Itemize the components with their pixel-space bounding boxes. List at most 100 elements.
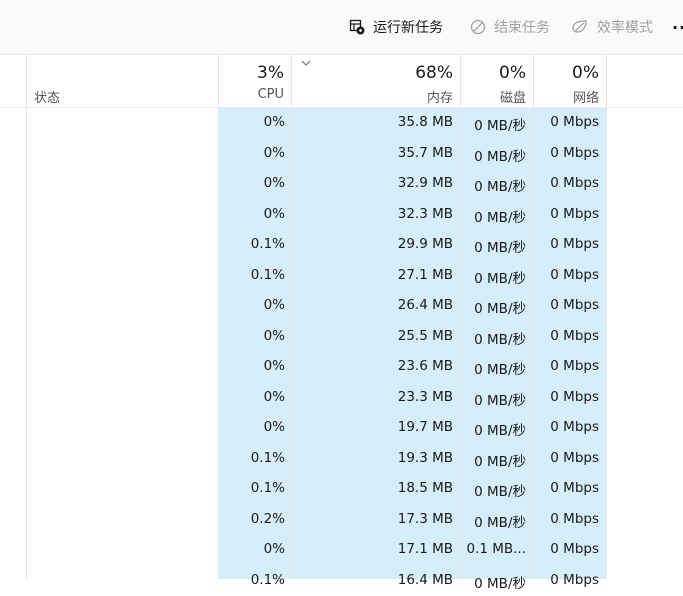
network-header-label: 网络: [573, 87, 599, 106]
cpu-header-label: CPU: [258, 87, 284, 102]
cpu-cell: 0.1%: [251, 236, 285, 252]
efficiency-mode-label: 效率模式: [597, 17, 653, 37]
disk-cell: 0 MB/秒: [474, 236, 526, 256]
disk-total-percent: 0%: [499, 63, 526, 83]
disk-cell: 0 MB/秒: [474, 419, 526, 439]
disk-cell: 0 MB/秒: [474, 480, 526, 500]
network-cell: 0 Mbps: [550, 328, 599, 344]
disk-cell: 0 MB/秒: [474, 114, 526, 134]
cpu-cell: 0%: [264, 419, 285, 435]
network-cell: 0 Mbps: [550, 480, 599, 496]
memory-cell: 25.5 MB: [398, 328, 453, 344]
disk-cell: 0.1 MB...: [466, 541, 526, 557]
disk-cell: 0 MB/秒: [474, 145, 526, 165]
table-row[interactable]: 0%32.3 MB0 MB/秒0 Mbps: [0, 200, 683, 231]
cpu-cell: 0.1%: [251, 267, 285, 283]
cpu-cell: 0%: [264, 297, 285, 313]
network-cell: 0 Mbps: [550, 389, 599, 405]
column-header-memory[interactable]: 68% 内存: [292, 55, 461, 107]
table-row[interactable]: 0%26.4 MB0 MB/秒0 Mbps: [0, 291, 683, 322]
table-row[interactable]: 0.1%19.3 MB0 MB/秒0 Mbps: [0, 444, 683, 475]
network-cell: 0 Mbps: [550, 419, 599, 435]
memory-cell: 17.3 MB: [398, 511, 453, 527]
table-row[interactable]: 0.1% 16.4 MB 0 MB/秒 0 Mbps: [0, 566, 683, 596]
table-row[interactable]: 0.1%27.1 MB0 MB/秒0 Mbps: [0, 261, 683, 292]
cpu-cell: 0.2%: [251, 511, 285, 527]
memory-cell: 32.3 MB: [398, 206, 453, 222]
network-cell: 0 Mbps: [550, 236, 599, 252]
memory-cell: 23.3 MB: [398, 389, 453, 405]
network-cell: 0 Mbps: [550, 267, 599, 283]
column-header-disk[interactable]: 0% 磁盘: [461, 55, 534, 107]
network-cell: 0 Mbps: [550, 541, 599, 557]
disk-cell: 0 MB/秒: [474, 389, 526, 409]
run-task-icon: [349, 19, 365, 35]
memory-cell: 26.4 MB: [398, 297, 453, 313]
table-row[interactable]: 0% 17.1 MB 0.1 MB... 0 Mbps: [0, 535, 683, 566]
end-task-label: 结束任务: [494, 17, 550, 37]
cpu-cell: 0.1%: [251, 480, 285, 496]
end-task-icon: [470, 19, 486, 35]
memory-cell: 19.7 MB: [398, 419, 453, 435]
memory-cell: 18.5 MB: [398, 480, 453, 496]
network-cell: 0 Mbps: [550, 358, 599, 374]
memory-cell: 35.8 MB: [398, 114, 453, 130]
table-row[interactable]: 0% 35.8 MB 0 MB/秒 0 Mbps: [0, 108, 683, 139]
network-cell: 0 Mbps: [550, 206, 599, 222]
column-header-cpu[interactable]: 3% CPU: [219, 55, 292, 107]
memory-cell: 29.9 MB: [398, 236, 453, 252]
cpu-cell: 0.1%: [251, 450, 285, 466]
more-options-button[interactable]: ···: [672, 14, 683, 40]
cpu-cell: 0%: [264, 114, 285, 130]
memory-header-label: 内存: [427, 87, 453, 106]
disk-cell: 0 MB/秒: [474, 328, 526, 348]
network-cell: 0 Mbps: [550, 511, 599, 527]
memory-cell: 19.3 MB: [398, 450, 453, 466]
memory-cell: 35.7 MB: [398, 145, 453, 161]
column-header-status[interactable]: 状态: [0, 55, 219, 107]
table-row[interactable]: 0.1% 18.5 MB 0 MB/秒 0 Mbps: [0, 474, 683, 505]
column-header-row: 状态 3% CPU 68% 内存 0% 磁盘 0% 网络: [0, 55, 683, 107]
efficiency-mode-button[interactable]: 效率模式: [571, 14, 653, 40]
table-row[interactable]: 0% 19.7 MB 0 MB/秒 0 Mbps: [0, 413, 683, 444]
sort-descending-icon[interactable]: [301, 60, 311, 67]
cpu-cell: 0%: [264, 541, 285, 557]
network-cell: 0 Mbps: [550, 572, 599, 588]
disk-cell: 0 MB/秒: [474, 511, 526, 531]
table-row[interactable]: 0%32.9 MB0 MB/秒0 Mbps: [0, 169, 683, 200]
cpu-cell: 0%: [264, 175, 285, 191]
run-new-task-label: 运行新任务: [373, 17, 443, 37]
cpu-cell: 0%: [264, 389, 285, 405]
table-row[interactable]: 0%35.7 MB0 MB/秒0 Mbps: [0, 139, 683, 170]
disk-cell: 0 MB/秒: [474, 450, 526, 470]
network-cell: 0 Mbps: [550, 114, 599, 130]
disk-cell: 0 MB/秒: [474, 267, 526, 287]
cpu-cell: 0%: [264, 358, 285, 374]
network-cell: 0 Mbps: [550, 175, 599, 191]
memory-total-percent: 68%: [415, 63, 453, 83]
memory-cell: 16.4 MB: [398, 572, 453, 588]
memory-cell: 17.1 MB: [398, 541, 453, 557]
table-row[interactable]: 0% 25.5 MB 0 MB/秒 0 Mbps: [0, 322, 683, 353]
table-row[interactable]: 0.1% 29.9 MB 0 MB/秒 0 Mbps: [0, 230, 683, 261]
disk-cell: 0 MB/秒: [474, 175, 526, 195]
memory-cell: 23.6 MB: [398, 358, 453, 374]
disk-cell: 0 MB/秒: [474, 572, 526, 592]
cpu-cell: 0.1%: [251, 572, 285, 588]
leaf-icon: [571, 19, 589, 35]
status-header-label: 状态: [34, 87, 60, 106]
network-total-percent: 0%: [572, 63, 599, 83]
run-new-task-button[interactable]: 运行新任务: [349, 14, 443, 40]
cpu-total-percent: 3%: [257, 63, 284, 83]
network-cell: 0 Mbps: [550, 145, 599, 161]
cpu-cell: 0%: [264, 328, 285, 344]
more-icon: ···: [672, 18, 683, 37]
end-task-button[interactable]: 结束任务: [470, 14, 550, 40]
disk-cell: 0 MB/秒: [474, 206, 526, 226]
disk-header-label: 磁盘: [500, 87, 526, 106]
column-header-network[interactable]: 0% 网络: [534, 55, 607, 107]
table-row[interactable]: 0.2% 17.3 MB 0 MB/秒 0 Mbps: [0, 505, 683, 536]
table-row[interactable]: 0% 23.3 MB 0 MB/秒 0 Mbps: [0, 383, 683, 414]
disk-cell: 0 MB/秒: [474, 358, 526, 378]
table-row[interactable]: 0% 23.6 MB 0 MB/秒 0 Mbps: [0, 352, 683, 383]
